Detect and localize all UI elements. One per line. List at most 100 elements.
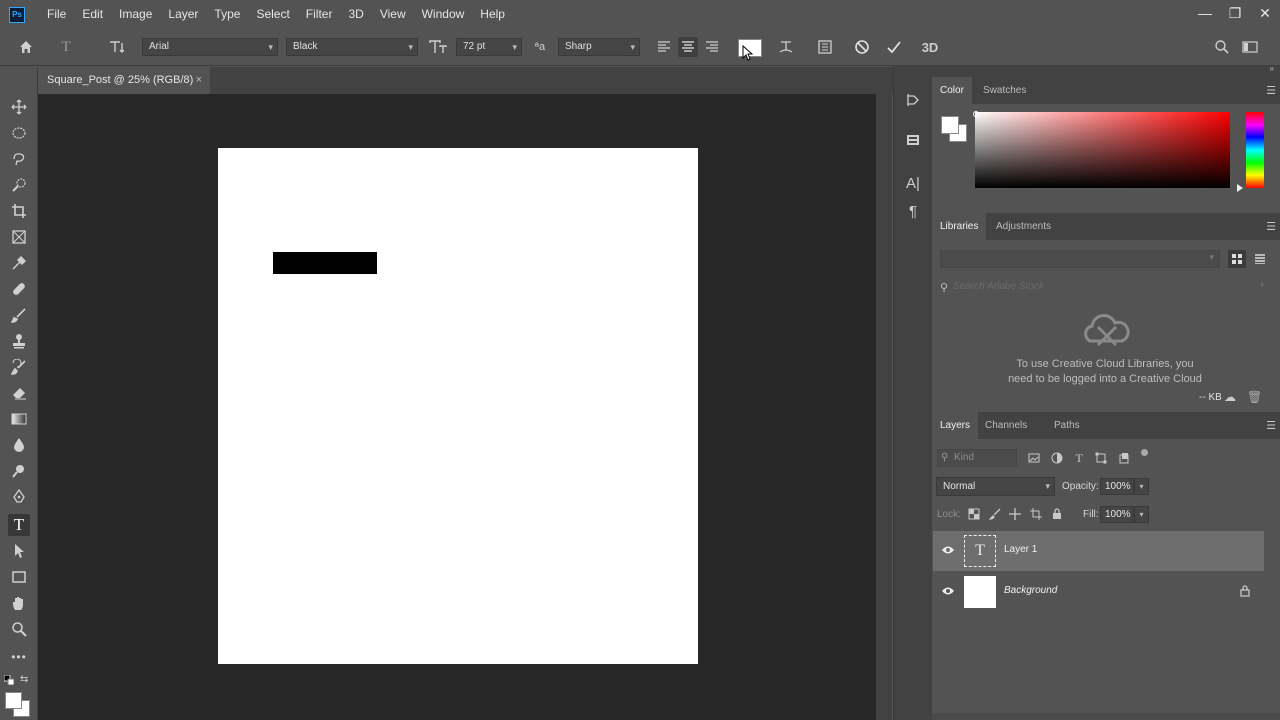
- clone-stamp-tool-icon[interactable]: [8, 330, 30, 352]
- library-select[interactable]: ▾: [940, 250, 1220, 268]
- align-left-icon[interactable]: [654, 37, 674, 57]
- tab-channels[interactable]: Channels: [977, 412, 1035, 439]
- adobe-stock-search-input[interactable]: Search Adobe Stock: [953, 281, 1044, 292]
- tab-paths[interactable]: Paths: [1046, 412, 1088, 439]
- brush-tool-icon[interactable]: [8, 304, 30, 326]
- lock-position-icon[interactable]: [1008, 507, 1022, 521]
- zoom-tool-icon[interactable]: [8, 618, 30, 640]
- path-selection-tool-icon[interactable]: [8, 540, 30, 562]
- lock-artboard-icon[interactable]: [1029, 507, 1043, 521]
- list-view-icon[interactable]: [1252, 251, 1268, 267]
- menu-help[interactable]: Help: [472, 0, 513, 29]
- properties-panel-icon[interactable]: [902, 129, 924, 151]
- text-layer-selection[interactable]: [273, 252, 377, 274]
- blur-tool-icon[interactable]: [8, 434, 30, 456]
- trash-icon[interactable]: 🗑: [1247, 390, 1262, 404]
- search-icon[interactable]: [1212, 37, 1232, 57]
- smart-object-filter-icon[interactable]: [1116, 450, 1132, 466]
- healing-brush-tool-icon[interactable]: [8, 278, 30, 300]
- tab-adjustments[interactable]: Adjustments: [988, 213, 1059, 240]
- close-button[interactable]: ✕: [1250, 0, 1280, 26]
- layer-name[interactable]: Background: [1004, 585, 1057, 596]
- hand-tool-icon[interactable]: [8, 592, 30, 614]
- menu-edit[interactable]: Edit: [74, 0, 111, 29]
- eye-icon[interactable]: [941, 544, 955, 558]
- align-right-icon[interactable]: [702, 37, 722, 57]
- shape-filter-icon[interactable]: [1093, 450, 1109, 466]
- vertical-scrollbar[interactable]: [876, 94, 892, 720]
- color-picker-marker[interactable]: [973, 111, 979, 117]
- menu-window[interactable]: Window: [414, 0, 473, 29]
- lock-image-pixels-icon[interactable]: [988, 507, 1002, 521]
- default-colors-icon[interactable]: [3, 674, 15, 686]
- blend-mode-select[interactable]: Normal ▾: [936, 477, 1055, 496]
- collapse-panels-icon[interactable]: »: [1270, 64, 1274, 73]
- menu-file[interactable]: File: [39, 0, 74, 29]
- warp-text-icon[interactable]: [776, 37, 796, 57]
- paragraph-panel-icon[interactable]: ¶: [902, 200, 924, 222]
- menu-select[interactable]: Select: [248, 0, 297, 29]
- type-tool-icon[interactable]: T: [8, 514, 30, 536]
- document-tab[interactable]: Square_Post @ 25% (RGB/8) ×: [38, 67, 210, 94]
- panel-menu-icon[interactable]: ☰: [1266, 84, 1276, 97]
- lock-icon[interactable]: [1240, 585, 1250, 600]
- layer-row-background[interactable]: Background: [933, 572, 1264, 612]
- crop-tool-icon[interactable]: [8, 200, 30, 222]
- layer-name[interactable]: Layer 1: [1004, 544, 1037, 555]
- cloud-sync-icon[interactable]: ☁: [1224, 390, 1236, 404]
- frame-tool-icon[interactable]: [8, 226, 30, 248]
- foreground-color-chip[interactable]: [941, 116, 959, 134]
- layer-row-layer-1[interactable]: T Layer 1: [933, 531, 1264, 571]
- marquee-tool-icon[interactable]: [8, 122, 30, 144]
- chevron-down-icon[interactable]: ▾: [1134, 506, 1149, 523]
- minimize-button[interactable]: —: [1190, 0, 1220, 26]
- fill-input[interactable]: 100%: [1100, 506, 1134, 523]
- history-brush-tool-icon[interactable]: [8, 356, 30, 378]
- photoshop-logo-icon[interactable]: Ps: [9, 6, 25, 23]
- rectangle-tool-icon[interactable]: [8, 566, 30, 588]
- grid-view-icon[interactable]: [1228, 250, 1246, 268]
- move-tool-icon[interactable]: [8, 96, 30, 118]
- restore-button[interactable]: ❐: [1220, 0, 1250, 26]
- panel-menu-icon[interactable]: ☰: [1266, 220, 1276, 233]
- hue-slider-handle[interactable]: [1237, 184, 1243, 192]
- dodge-tool-icon[interactable]: [8, 460, 30, 482]
- antialias-select[interactable]: Sharp ▾: [558, 38, 640, 56]
- opacity-input[interactable]: 100%: [1100, 478, 1134, 495]
- panel-menu-icon[interactable]: ☰: [1266, 419, 1276, 432]
- tab-libraries[interactable]: Libraries: [932, 213, 987, 240]
- type-tool-preset-icon[interactable]: T: [56, 37, 76, 57]
- layer-filter-kind-select[interactable]: ⚲ Kind: [937, 449, 1017, 467]
- menu-view[interactable]: View: [372, 0, 414, 29]
- character-panel-icon[interactable]: A|: [902, 172, 924, 194]
- more-tools-icon[interactable]: •••: [8, 646, 30, 668]
- lock-all-icon[interactable]: [1050, 507, 1064, 521]
- text-orientation-icon[interactable]: [106, 37, 126, 57]
- character-panel-icon[interactable]: [815, 37, 835, 57]
- gradient-tool-icon[interactable]: [8, 408, 30, 430]
- adjustment-filter-icon[interactable]: [1049, 450, 1065, 466]
- font-family-select[interactable]: Arial ▾: [142, 38, 278, 56]
- lasso-tool-icon[interactable]: [8, 148, 30, 170]
- eye-icon[interactable]: [941, 585, 955, 599]
- history-panel-icon[interactable]: [902, 89, 924, 111]
- foreground-color-swatch[interactable]: [5, 692, 22, 709]
- color-spectrum-field[interactable]: [975, 112, 1230, 188]
- menu-3d[interactable]: 3D: [340, 0, 371, 29]
- font-size-input[interactable]: 72 pt ▾: [456, 38, 522, 56]
- close-document-icon[interactable]: ×: [196, 67, 202, 93]
- chevron-down-icon[interactable]: ▾: [1134, 478, 1149, 495]
- menu-type[interactable]: Type: [206, 0, 248, 29]
- 3d-button[interactable]: 3D: [920, 37, 940, 57]
- filter-toggle-icon[interactable]: [1141, 449, 1148, 456]
- tab-color[interactable]: Color: [932, 77, 972, 104]
- pen-tool-icon[interactable]: [8, 486, 30, 508]
- font-style-select[interactable]: Black ▾: [286, 38, 418, 56]
- home-icon[interactable]: [16, 37, 36, 57]
- pixel-filter-icon[interactable]: [1026, 450, 1042, 466]
- tab-layers[interactable]: Layers: [932, 412, 979, 439]
- type-filter-icon[interactable]: T: [1071, 450, 1087, 466]
- menu-layer[interactable]: Layer: [160, 0, 206, 29]
- workspace-icon[interactable]: [1240, 37, 1260, 57]
- quick-selection-tool-icon[interactable]: [8, 174, 30, 196]
